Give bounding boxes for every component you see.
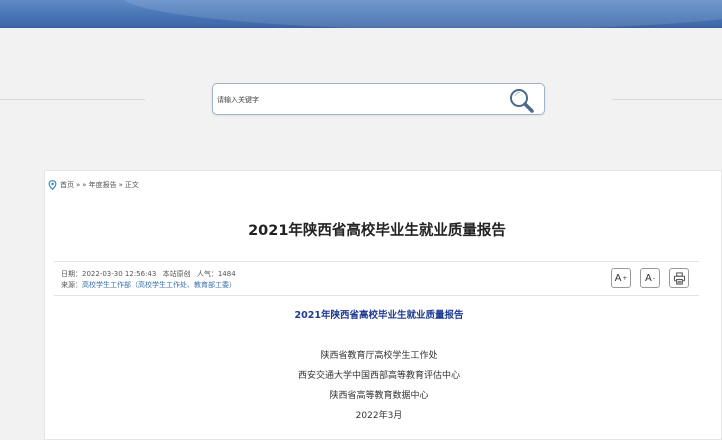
breadcrumb-category-link[interactable]: 年度报告 xyxy=(89,180,117,190)
breadcrumb-separator: » xyxy=(76,181,81,189)
banner-shadow xyxy=(0,24,722,28)
print-button[interactable] xyxy=(669,268,689,288)
search-button[interactable] xyxy=(507,86,537,114)
body-line: 陕西省教育厅高校学生工作处 xyxy=(320,351,438,361)
printer-icon xyxy=(673,271,685,285)
breadcrumb-separator: » xyxy=(118,181,123,189)
body-line: 2022年3月 xyxy=(355,411,403,421)
breadcrumb-separator: » xyxy=(82,181,87,189)
source-label: 来源： xyxy=(61,281,82,289)
views-count: 人气：1484 xyxy=(196,270,236,278)
breadcrumb-home-link[interactable]: 首页 xyxy=(60,180,74,190)
divider-left xyxy=(0,99,145,100)
article-title: 2021年陕西省高校毕业生就业质量报告 xyxy=(248,223,506,239)
body-heading: 2021年陕西省高校毕业生就业质量报告 xyxy=(294,310,464,321)
top-banner xyxy=(0,0,722,28)
body-line: 西安交通大学中国西部高等教育评估中心 xyxy=(297,371,460,381)
location-pin-icon xyxy=(48,180,57,190)
breadcrumb: 首页 » » 年度报告 » 正文 xyxy=(48,180,139,190)
search-box xyxy=(212,83,545,115)
divider-right xyxy=(612,99,722,100)
body-line: 陕西省高等教育数据中心 xyxy=(329,391,429,401)
date-label: 日期：2022-03-30 12:56:43 xyxy=(61,270,157,278)
meta-info-line: 日期：2022-03-30 12:56:43 本站原创 人气：1484 xyxy=(61,269,240,279)
original-tag: 本站原创 xyxy=(162,270,191,278)
search-input[interactable] xyxy=(217,92,497,108)
source-link[interactable]: 高校学生工作部（高校学生工作处、教育部工委） xyxy=(82,281,236,289)
article-meta-bar: 日期：2022-03-30 12:56:43 本站原创 人气：1484 来源：高… xyxy=(54,261,699,296)
breadcrumb-current: 正文 xyxy=(124,181,139,189)
search-icon xyxy=(510,89,534,113)
font-decrease-button[interactable]: A- xyxy=(640,268,660,288)
source-line: 来源：高校学生工作部（高校学生工作处、教育部工委） xyxy=(61,280,236,290)
font-increase-button[interactable]: A + xyxy=(611,268,631,288)
